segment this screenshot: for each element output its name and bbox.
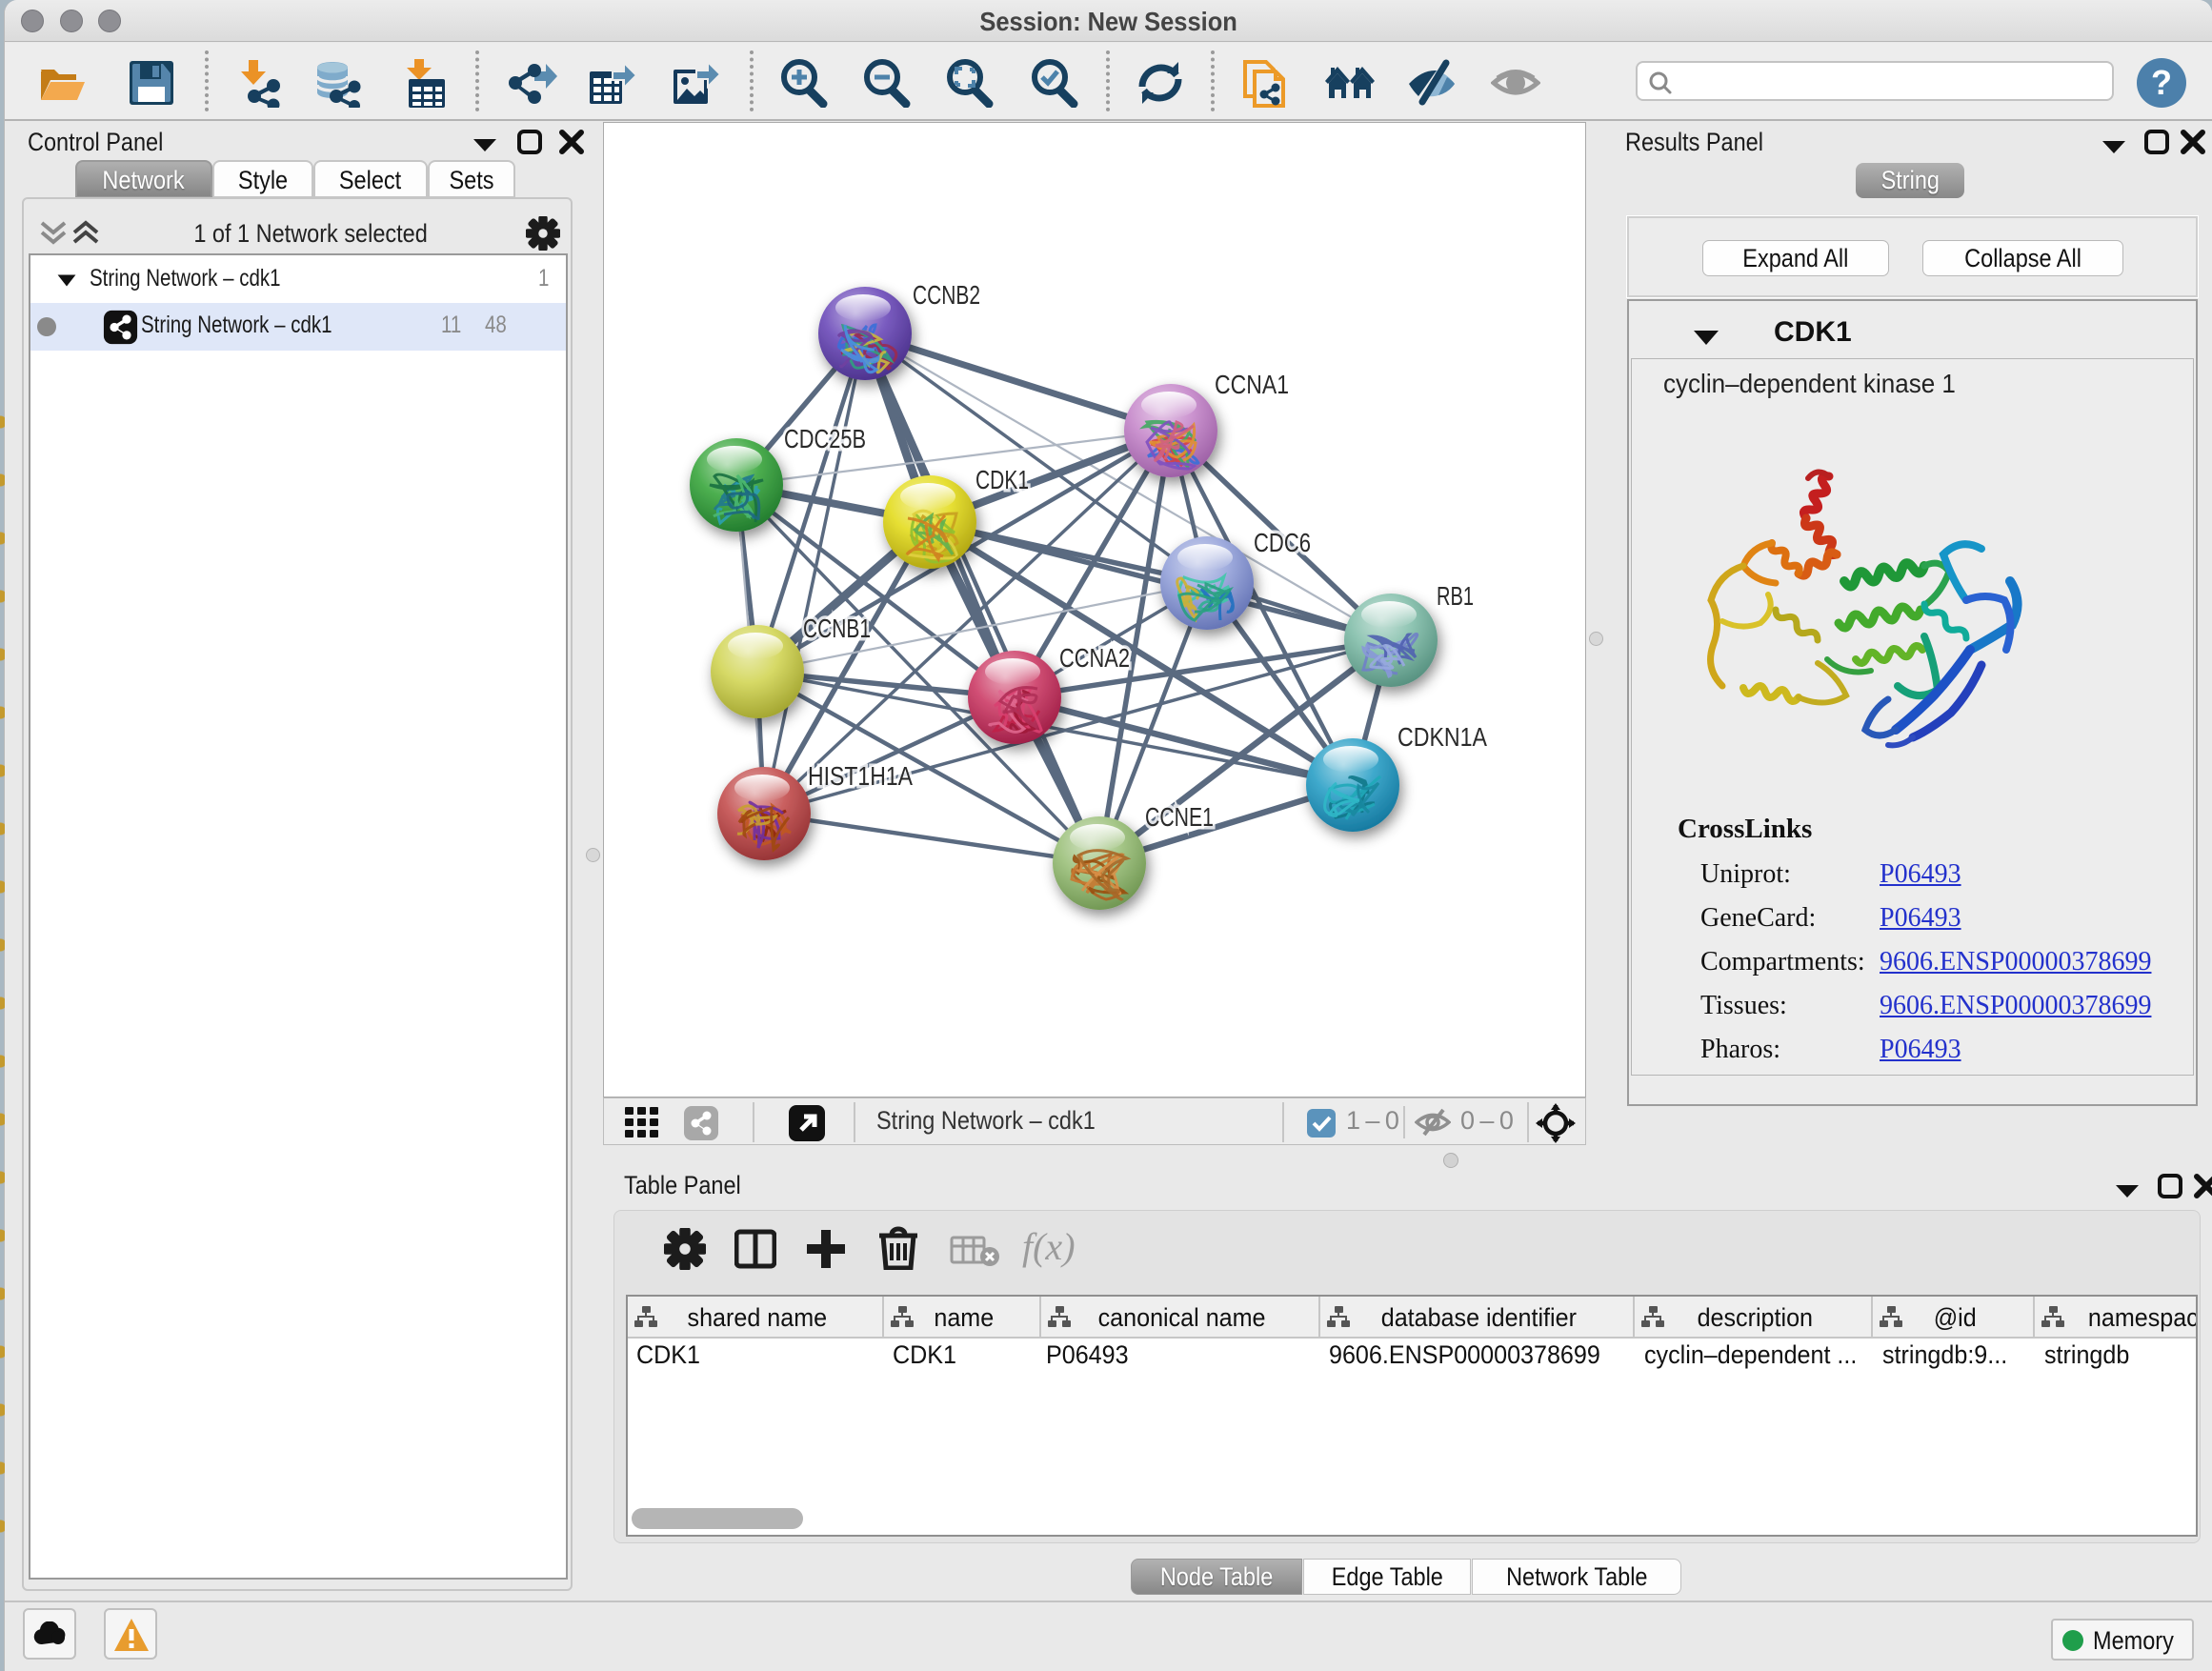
svg-text:CCNE1: CCNE1 bbox=[1145, 802, 1214, 832]
svg-text:CDKN1A: CDKN1A bbox=[1398, 722, 1487, 752]
svg-text:CDC6: CDC6 bbox=[1254, 528, 1311, 557]
svg-text:CCNA2: CCNA2 bbox=[1059, 643, 1130, 673]
svg-text:CCNB2: CCNB2 bbox=[913, 280, 980, 310]
svg-text:CCNB1: CCNB1 bbox=[803, 614, 871, 643]
svg-text:RB1: RB1 bbox=[1437, 581, 1474, 611]
svg-text:CCNA1: CCNA1 bbox=[1215, 370, 1289, 399]
svg-text:HIST1H1A: HIST1H1A bbox=[808, 761, 913, 791]
svg-text:CDK1: CDK1 bbox=[975, 465, 1029, 494]
svg-text:?: ? bbox=[2151, 63, 2172, 102]
svg-text:CDC25B: CDC25B bbox=[784, 424, 866, 453]
